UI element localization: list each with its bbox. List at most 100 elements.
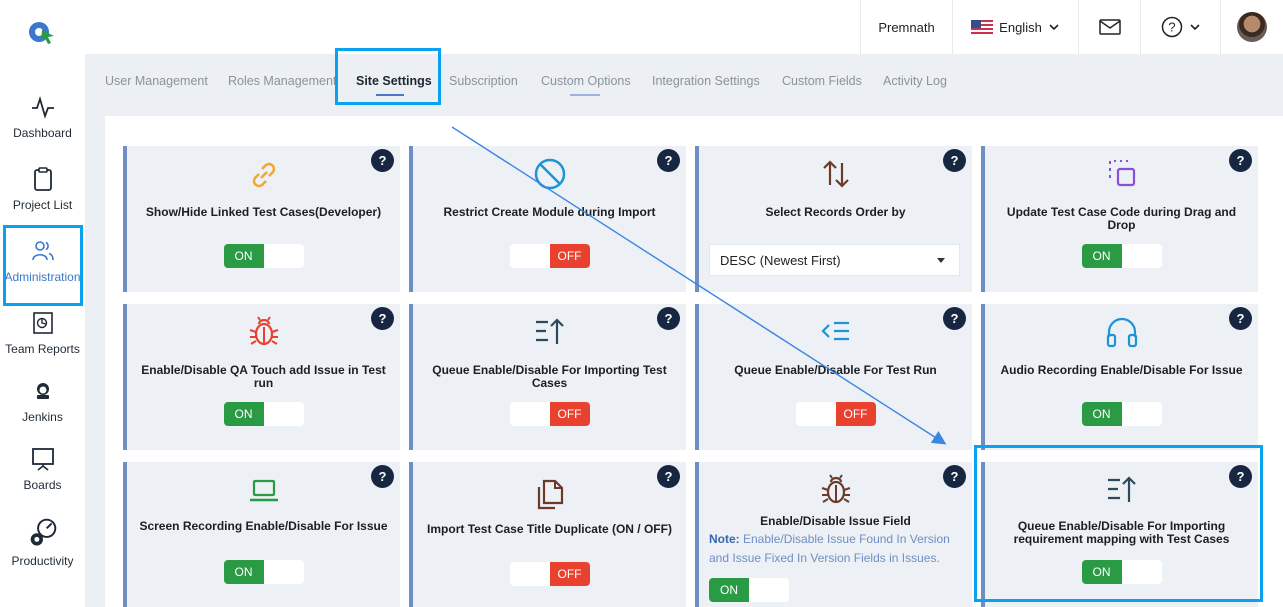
toggle-on-label: ON — [223, 560, 264, 584]
settings-tabs: User Management Roles Management Site Se… — [85, 54, 1283, 114]
tab-activity-log[interactable]: Activity Log — [883, 74, 947, 88]
site-settings-panel: ? Show/Hide Linked Test Cases(Developer)… — [105, 116, 1283, 607]
setting-title: Queue Enable/Disable For Importing Test … — [432, 363, 667, 390]
setting-title: Update Test Case Code during Drag and Dr… — [1006, 205, 1237, 232]
help-menu[interactable]: ? — [1140, 0, 1220, 54]
tab-custom-options[interactable]: Custom Options — [541, 74, 631, 88]
user-avatar-button[interactable] — [1220, 0, 1283, 54]
list-indent-icon — [820, 321, 849, 341]
gears-icon — [30, 518, 56, 546]
headphones-icon — [1106, 317, 1137, 348]
note-label: Note: — [709, 532, 740, 546]
svg-text:?: ? — [1168, 20, 1175, 35]
setting-title: Import Test Case Title Duplicate (ON / O… — [427, 522, 672, 536]
tab-custom-fields[interactable]: Custom Fields — [782, 74, 862, 88]
avatar — [1237, 12, 1267, 42]
setting-card-queue-test-run: ? Queue Enable/Disable For Test Run OFF — [695, 304, 972, 450]
link-icon — [252, 162, 275, 188]
toggle-off-label: OFF — [835, 402, 876, 426]
setting-toggle[interactable]: ON — [223, 402, 304, 426]
toggle-off-label: OFF — [549, 562, 590, 586]
sidebar-item-label: Dashboard — [13, 126, 72, 140]
setting-toggle[interactable]: OFF — [509, 244, 590, 268]
help-button[interactable]: ? — [371, 149, 394, 172]
setting-card-audio-recording: ? Audio Recording Enable/Disable For Iss… — [981, 304, 1258, 450]
help-button[interactable]: ? — [943, 149, 966, 172]
sidebar-item-label: Team Reports — [5, 342, 80, 356]
help-button[interactable]: ? — [943, 465, 966, 488]
activity-icon — [31, 95, 54, 119]
tab-user-management[interactable]: User Management — [105, 74, 208, 88]
help-button[interactable]: ? — [371, 465, 394, 488]
sidebar-item-project-list[interactable]: Project List — [0, 166, 85, 212]
setting-toggle[interactable]: ON — [709, 578, 789, 602]
toggle-off-label: OFF — [549, 244, 590, 268]
setting-toggle[interactable]: ON — [1081, 402, 1162, 426]
help-button[interactable]: ? — [657, 465, 680, 488]
setting-note: Note: Enable/Disable Issue Found In Vers… — [709, 530, 962, 568]
toggle-on-label: ON — [709, 578, 749, 602]
setting-title: Enable/Disable Issue Field — [760, 514, 911, 528]
setting-title: Queue Enable/Disable For Test Run — [734, 363, 937, 377]
setting-card-update-test-case-code: ? Update Test Case Code during Drag and … — [981, 146, 1258, 292]
select-value: DESC (Newest First) — [720, 252, 841, 268]
bug-icon — [249, 316, 278, 346]
setting-card-issue-field: ? Enable/Disable Issue Field Note: Enabl… — [695, 462, 972, 607]
sort-list-icon — [535, 318, 564, 344]
tab-site-settings[interactable]: Site Settings — [356, 74, 432, 88]
setting-toggle[interactable]: OFF — [509, 402, 590, 426]
tab-integration-settings[interactable]: Integration Settings — [652, 74, 760, 88]
board-icon — [31, 448, 54, 471]
sidebar-item-jenkins[interactable]: Jenkins — [0, 378, 85, 424]
help-icon: ? — [1161, 16, 1182, 38]
mail-button[interactable] — [1078, 0, 1140, 54]
setting-toggle[interactable]: ON — [1081, 244, 1162, 268]
setting-title: Restrict Create Module during Import — [443, 205, 656, 219]
drag-drop-icon — [1108, 160, 1135, 187]
setting-toggle[interactable]: ON — [223, 244, 304, 268]
setting-toggle[interactable]: OFF — [509, 562, 590, 586]
help-button[interactable]: ? — [1229, 465, 1252, 488]
sidebar-item-label: Project List — [12, 198, 73, 212]
setting-toggle[interactable]: ON — [1081, 560, 1162, 584]
ban-icon — [534, 158, 565, 190]
toggle-off-label: OFF — [549, 402, 590, 426]
setting-title: Enable/Disable QA Touch add Issue in Tes… — [141, 363, 386, 390]
setting-title: Screen Recording Enable/Disable For Issu… — [139, 519, 388, 533]
sidebar-item-dashboard[interactable]: Dashboard — [0, 94, 85, 140]
sidebar-item-label: Jenkins — [22, 410, 63, 424]
language-label: English — [999, 19, 1042, 35]
tab-roles-management[interactable]: Roles Management — [228, 74, 336, 88]
help-button[interactable]: ? — [657, 149, 680, 172]
help-button[interactable]: ? — [1229, 149, 1252, 172]
records-order-select[interactable]: DESC (Newest First) — [709, 244, 960, 276]
active-tab-indicator — [376, 94, 404, 96]
sidebar-item-label: Boards — [23, 478, 62, 492]
help-button[interactable]: ? — [1229, 307, 1252, 330]
setting-toggle[interactable]: ON — [223, 560, 304, 584]
tab-subscription[interactable]: Subscription — [449, 74, 518, 88]
bug-icon — [821, 474, 850, 504]
sidebar-item-team-reports[interactable]: Team Reports — [0, 310, 85, 356]
toggle-on-label: ON — [1081, 402, 1122, 426]
us-flag-icon — [971, 20, 994, 34]
language-selector[interactable]: English — [952, 0, 1078, 54]
toggle-on-label: ON — [223, 402, 264, 426]
setting-card-screen-recording: ? Screen Recording Enable/Disable For Is… — [123, 462, 400, 607]
laptop-icon — [249, 479, 278, 502]
help-button[interactable]: ? — [371, 307, 394, 330]
sidebar-item-administration[interactable]: Administration — [0, 238, 85, 284]
jenkins-icon — [36, 383, 49, 399]
setting-toggle[interactable]: OFF — [795, 402, 876, 426]
caret-down-icon — [937, 258, 945, 263]
help-button[interactable]: ? — [943, 307, 966, 330]
user-name-label: Premnath — [878, 19, 935, 35]
user-name: Premnath — [860, 0, 952, 54]
setting-card-import-title-duplicate: ? Import Test Case Title Duplicate (ON /… — [409, 462, 686, 607]
tab-underline — [570, 94, 600, 96]
sidebar-item-boards[interactable]: Boards — [0, 446, 85, 492]
setting-card-queue-import-test-cases: ? Queue Enable/Disable For Importing Tes… — [409, 304, 686, 450]
help-button[interactable]: ? — [657, 307, 680, 330]
qa-touch-logo-icon[interactable] — [28, 20, 56, 44]
sidebar-item-productivity[interactable]: Productivity — [0, 516, 85, 568]
